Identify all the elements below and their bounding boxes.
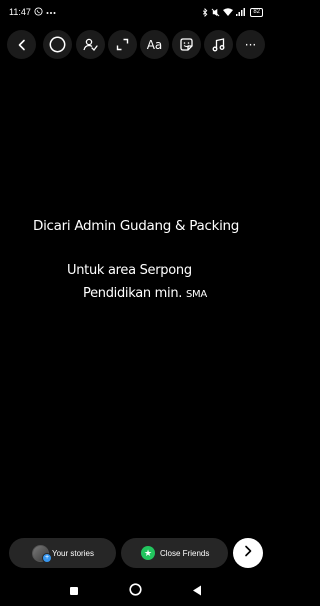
status-left: 11:47 [9, 6, 56, 18]
story-line-1[interactable]: Dicari Admin Gudang & Packing [33, 218, 239, 234]
story-toolbar: Aa ··· [0, 30, 272, 62]
star-icon: ★ [141, 546, 155, 560]
signal-icon [236, 8, 247, 16]
sticker-button[interactable] [172, 30, 201, 59]
text-tool-button[interactable]: Aa [140, 30, 169, 59]
whatsapp-icon [34, 6, 43, 18]
home-button[interactable] [129, 583, 142, 601]
status-time: 11:47 [9, 7, 31, 17]
music-button[interactable] [204, 30, 233, 59]
system-nav-bar [0, 578, 272, 602]
music-icon [212, 37, 225, 52]
circle-select-icon [49, 36, 66, 53]
mention-icon [83, 38, 98, 51]
battery-icon: 82 [250, 7, 263, 17]
back-icon [16, 39, 28, 51]
more-dots-icon [46, 7, 56, 17]
story-line-2[interactable]: Untuk area Serpong [67, 263, 192, 278]
recents-button[interactable] [69, 583, 79, 601]
system-back-button[interactable] [192, 583, 202, 601]
home-icon [129, 583, 142, 601]
more-icon: ··· [244, 37, 257, 52]
back-button[interactable] [7, 30, 36, 59]
your-stories-button[interactable]: + Your stories [9, 538, 116, 568]
story-line-3-main: Pendidikan min. [83, 286, 183, 301]
close-friends-button[interactable]: ★ Close Friends [121, 538, 228, 568]
bluetooth-icon [202, 7, 208, 17]
circle-select-button[interactable] [43, 30, 72, 59]
back-triangle-icon [192, 583, 202, 601]
text-icon: Aa [146, 37, 163, 52]
more-button[interactable]: ··· [236, 30, 265, 59]
share-bar: + Your stories ★ Close Friends [0, 538, 272, 570]
your-stories-label: Your stories [52, 548, 94, 558]
expand-button[interactable] [108, 30, 137, 59]
expand-icon [116, 38, 129, 51]
add-story-icon: + [42, 553, 52, 563]
sticker-icon [179, 37, 194, 52]
chevron-right-icon [243, 544, 253, 562]
status-bar: 11:47 82 [0, 0, 272, 24]
next-button[interactable] [233, 538, 263, 568]
wifi-icon [223, 8, 234, 16]
story-line-3[interactable]: Pendidikan min. SMA [83, 286, 207, 301]
story-line-3-small: SMA [185, 289, 207, 300]
mention-button[interactable] [76, 30, 105, 59]
close-friends-label: Close Friends [160, 548, 210, 558]
recents-icon [69, 583, 79, 601]
silent-icon [211, 8, 220, 17]
status-right: 82 [202, 7, 263, 17]
